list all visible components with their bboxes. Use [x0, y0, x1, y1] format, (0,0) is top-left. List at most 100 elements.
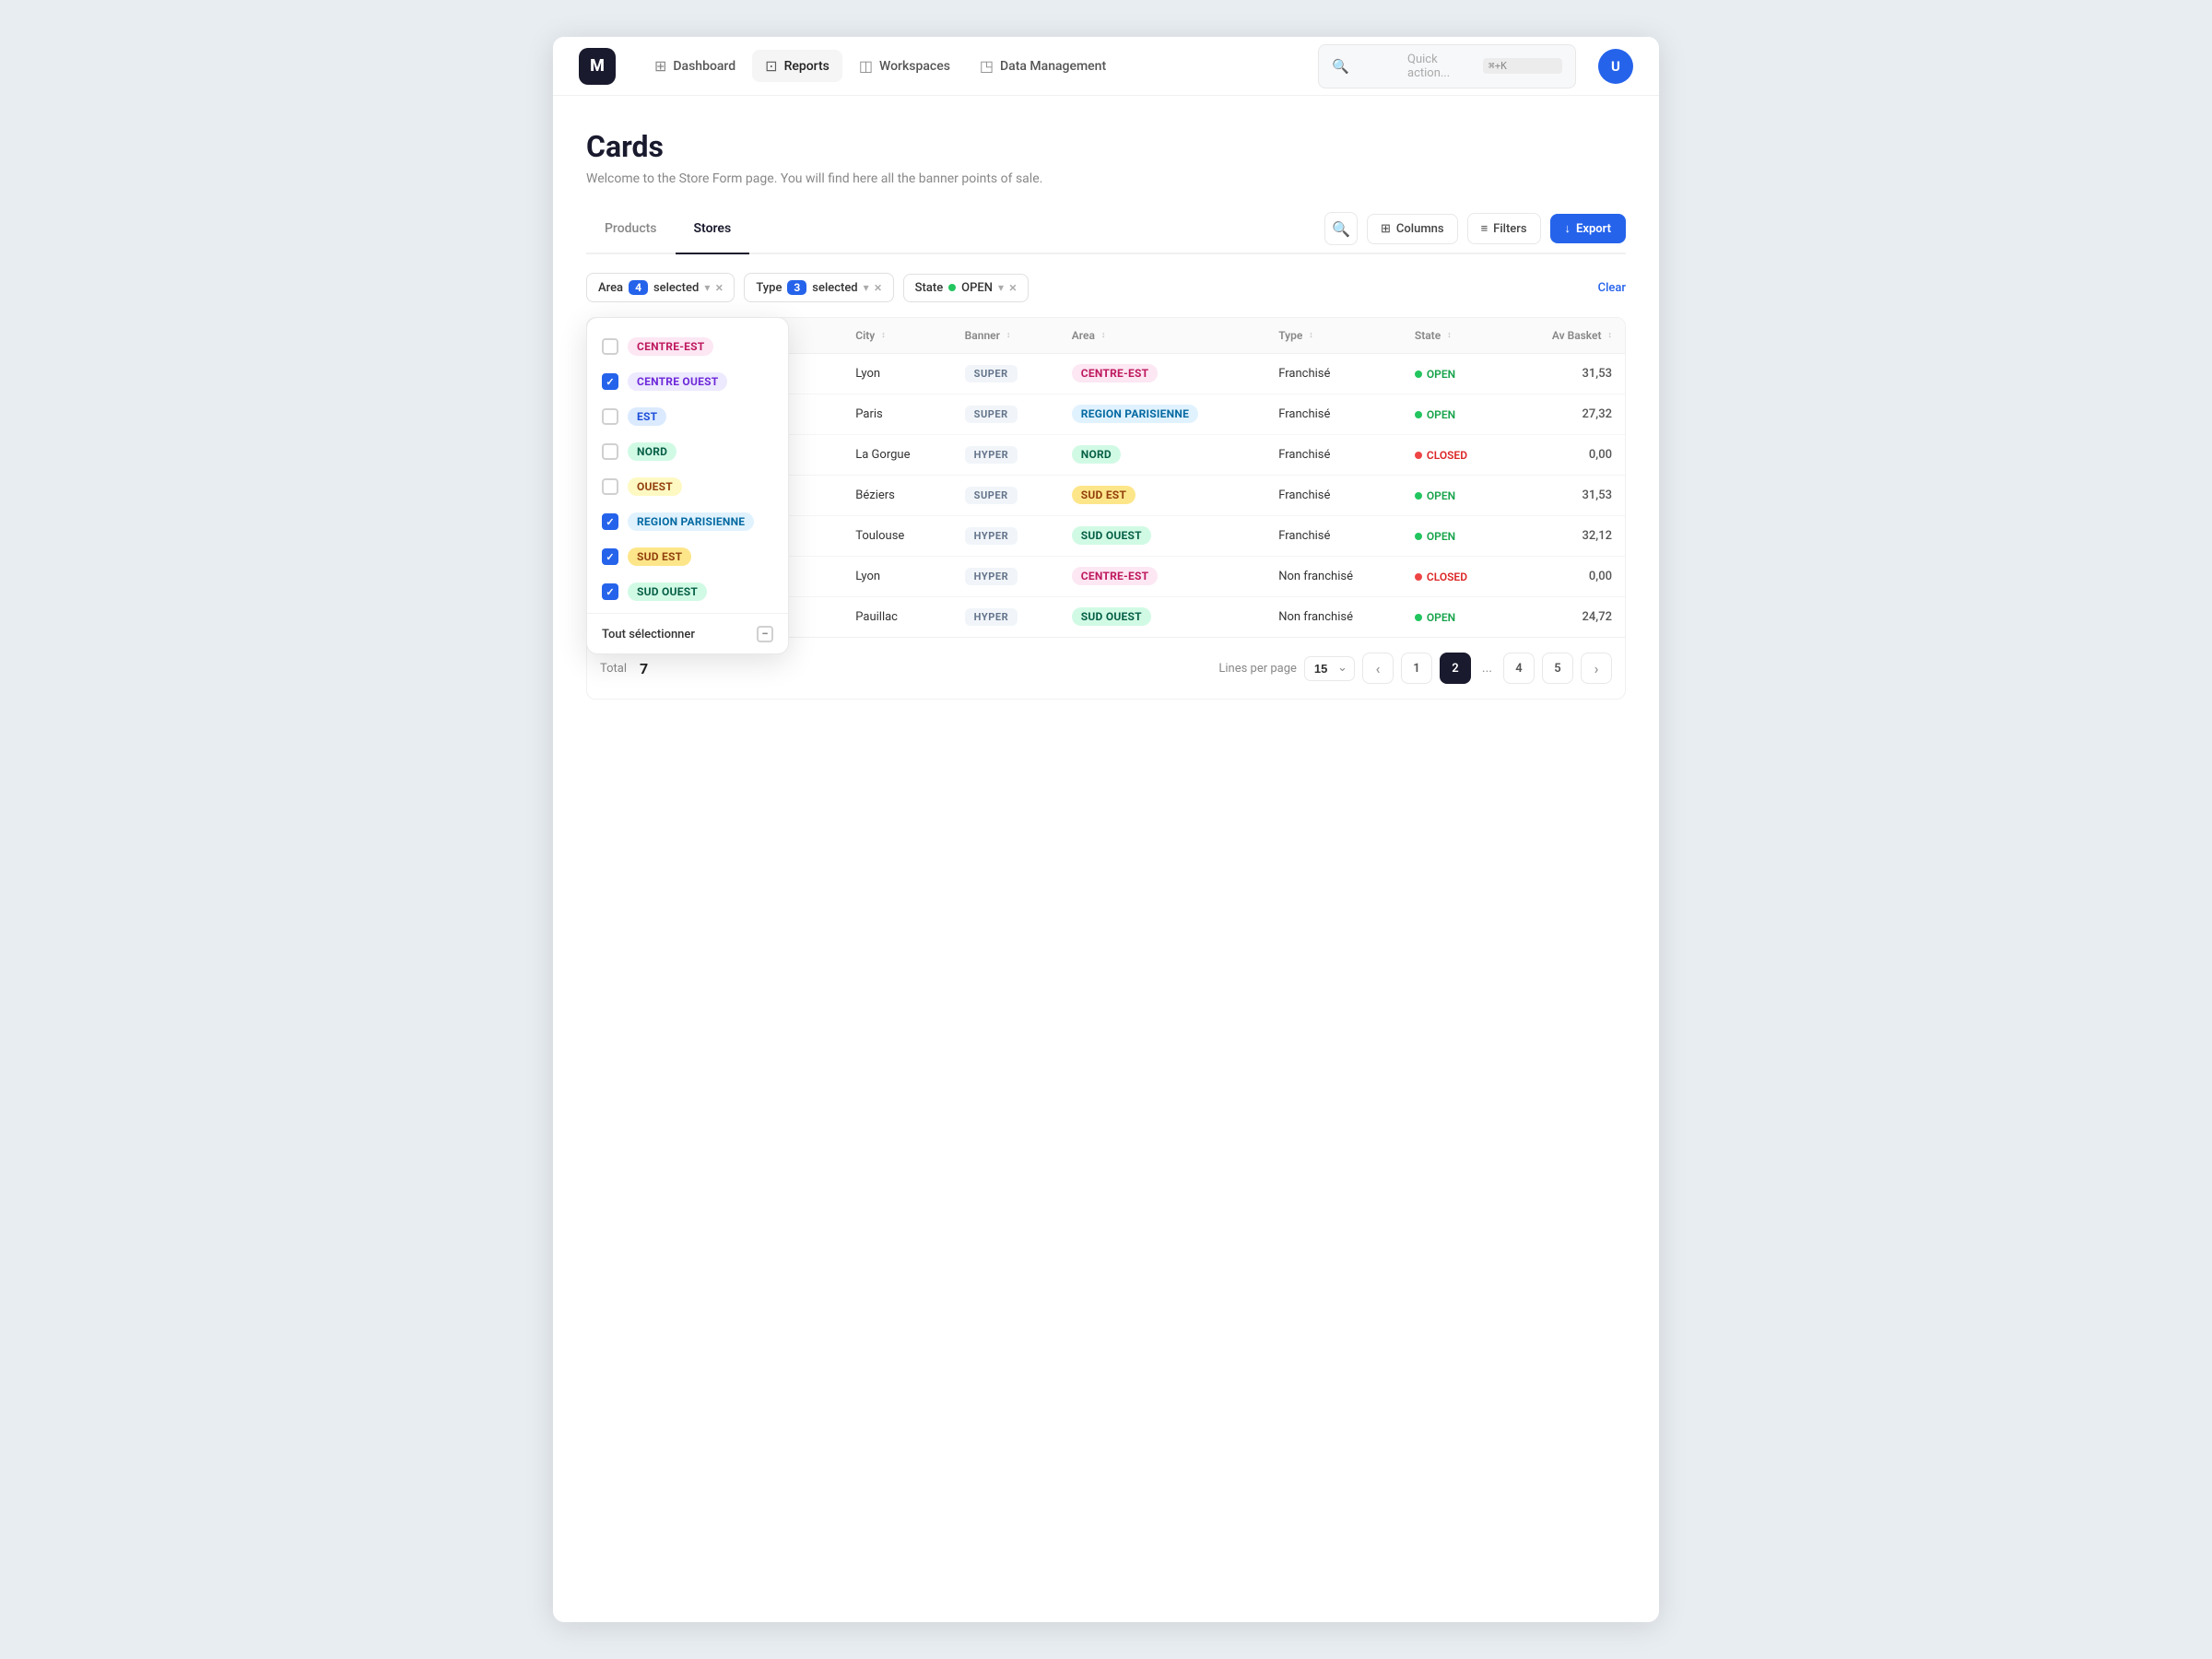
cell-av-basket: 31,53 — [1508, 354, 1625, 394]
sort-av-basket[interactable]: ↕ — [1608, 333, 1613, 339]
page-2-button[interactable]: 2 — [1440, 653, 1471, 684]
nav-label-reports: Reports — [784, 59, 830, 74]
dropdown-item-centre-ouest[interactable]: CENTRE OUEST — [587, 364, 788, 399]
filter-area-clear[interactable]: × — [715, 281, 723, 295]
page-5-button[interactable]: 5 — [1542, 653, 1573, 684]
checkbox-region-parisienne[interactable] — [602, 513, 618, 530]
dropdown-item-ouest[interactable]: OUEST — [587, 469, 788, 504]
state-dot — [948, 284, 956, 291]
lines-per-page-select[interactable]: 15 25 50 — [1304, 656, 1355, 681]
checkbox-centre-ouest[interactable] — [602, 373, 618, 390]
nav-item-workspaces[interactable]: ◫ Workspaces — [846, 50, 963, 82]
select-all-row[interactable]: Tout sélectionner — [587, 618, 788, 646]
page-1-button[interactable]: 1 — [1401, 653, 1432, 684]
pagination-controls: Lines per page 15 25 50 ‹ 1 2 ... 4 5 › — [1218, 653, 1612, 684]
reports-icon: ⊡ — [765, 57, 777, 75]
export-icon: ↓ — [1565, 221, 1571, 236]
nav-item-data-management[interactable]: ◳ Data Management — [967, 50, 1119, 82]
cell-area: NORD — [1059, 435, 1265, 476]
cell-city: Paris — [842, 394, 951, 435]
sort-area[interactable]: ↕ — [1101, 333, 1106, 339]
dropdown-item-sud-est[interactable]: SUD EST — [587, 539, 788, 574]
search-placeholder: Quick action... — [1407, 53, 1476, 80]
col-av-basket[interactable]: Av Basket ↕ — [1508, 318, 1625, 354]
page-title: Cards — [586, 129, 1626, 164]
filter-type-value: selected — [812, 281, 857, 295]
tabs-bar: Products Stores 🔍 ⊞ Columns ≡ Filters ↓ … — [586, 212, 1626, 254]
filter-type-label: Type — [756, 281, 782, 295]
total-count: 7 — [640, 660, 648, 677]
sort-type[interactable]: ↕ — [1309, 333, 1313, 339]
area-badge-sud-est: SUD EST — [628, 547, 691, 566]
cell-banner: SUPER — [952, 354, 1059, 394]
select-all-label: Tout sélectionner — [602, 628, 695, 641]
cell-type: Franchisé — [1265, 476, 1402, 516]
cell-state: OPEN — [1402, 394, 1509, 435]
dropdown-item-est[interactable]: EST — [587, 399, 788, 434]
checkbox-centre-est[interactable] — [602, 338, 618, 355]
col-city[interactable]: City ↕ — [842, 318, 951, 354]
tab-stores[interactable]: Stores — [676, 212, 750, 254]
cell-type: Franchisé — [1265, 354, 1402, 394]
tab-products[interactable]: Products — [586, 212, 676, 254]
page-4-button[interactable]: 4 — [1503, 653, 1535, 684]
cell-type: Non franchisé — [1265, 557, 1402, 597]
col-area[interactable]: Area ↕ — [1059, 318, 1265, 354]
checkbox-sud-est[interactable] — [602, 548, 618, 565]
avatar[interactable]: U — [1598, 49, 1633, 84]
cell-area: CENTRE-EST — [1059, 557, 1265, 597]
checkbox-est[interactable] — [602, 408, 618, 425]
sort-banner[interactable]: ↕ — [1006, 333, 1011, 339]
filter-type-count: 3 — [787, 280, 806, 295]
nav-item-reports[interactable]: ⊡ Reports — [752, 50, 842, 82]
sort-city[interactable]: ↕ — [881, 333, 886, 339]
filter-state-label: State — [915, 281, 944, 295]
col-state[interactable]: State ↕ — [1402, 318, 1509, 354]
cell-state: OPEN — [1402, 516, 1509, 557]
filter-chip-area[interactable]: Area 4 selected ▾ × — [586, 273, 735, 302]
filter-state-clear[interactable]: × — [1009, 281, 1017, 295]
area-badge-region-parisienne: REGION PARISIENNE — [628, 512, 754, 531]
dropdown-item-nord[interactable]: NORD — [587, 434, 788, 469]
page-next-button[interactable]: › — [1581, 653, 1612, 684]
workspaces-icon: ◫ — [859, 57, 873, 75]
columns-icon: ⊞ — [1381, 222, 1391, 236]
data-management-icon: ◳ — [980, 57, 994, 75]
checkbox-nord[interactable] — [602, 443, 618, 460]
clear-all-button[interactable]: Clear — [1598, 281, 1626, 295]
sort-state[interactable]: ↕ — [1447, 333, 1452, 339]
export-button[interactable]: ↓ Export — [1550, 214, 1626, 243]
nav-item-dashboard[interactable]: ⊞ Dashboard — [641, 50, 748, 82]
cell-state: CLOSED — [1402, 557, 1509, 597]
dropdown-item-sud-ouest[interactable]: SUD OUEST — [587, 574, 788, 609]
search-button[interactable]: 🔍 — [1324, 212, 1358, 245]
filter-type-clear[interactable]: × — [875, 281, 882, 295]
nav-label-dashboard: Dashboard — [673, 59, 735, 74]
filter-chip-type[interactable]: Type 3 selected ▾ × — [744, 273, 893, 302]
minus-checkbox[interactable] — [757, 626, 773, 642]
cell-type: Franchisé — [1265, 435, 1402, 476]
filters-button[interactable]: ≡ Filters — [1467, 213, 1541, 244]
checkbox-ouest[interactable] — [602, 478, 618, 495]
cell-av-basket: 27,32 — [1508, 394, 1625, 435]
logo[interactable]: M — [579, 48, 616, 85]
dropdown-item-centre-est[interactable]: CENTRE-EST — [587, 329, 788, 364]
checkbox-sud-ouest[interactable] — [602, 583, 618, 600]
search-box[interactable]: 🔍 Quick action... ⌘+K — [1318, 44, 1576, 88]
page-description: Welcome to the Store Form page. You will… — [586, 171, 1626, 186]
col-banner[interactable]: Banner ↕ — [952, 318, 1059, 354]
filter-chip-state[interactable]: State OPEN ▾ × — [903, 274, 1029, 302]
cell-city: Toulouse — [842, 516, 951, 557]
col-type[interactable]: Type ↕ — [1265, 318, 1402, 354]
dropdown-item-region-parisienne[interactable]: REGION PARISIENNE — [587, 504, 788, 539]
cell-av-basket: 0,00 — [1508, 557, 1625, 597]
cell-av-basket: 32,12 — [1508, 516, 1625, 557]
chevron-down-icon: ▾ — [704, 281, 710, 294]
area-badge-centre-est: CENTRE-EST — [628, 337, 713, 356]
page-prev-button[interactable]: ‹ — [1362, 653, 1394, 684]
cell-state: OPEN — [1402, 354, 1509, 394]
cell-banner: SUPER — [952, 394, 1059, 435]
columns-button[interactable]: ⊞ Columns — [1367, 214, 1458, 244]
cell-type: Franchisé — [1265, 394, 1402, 435]
cell-area: SUD EST — [1059, 476, 1265, 516]
